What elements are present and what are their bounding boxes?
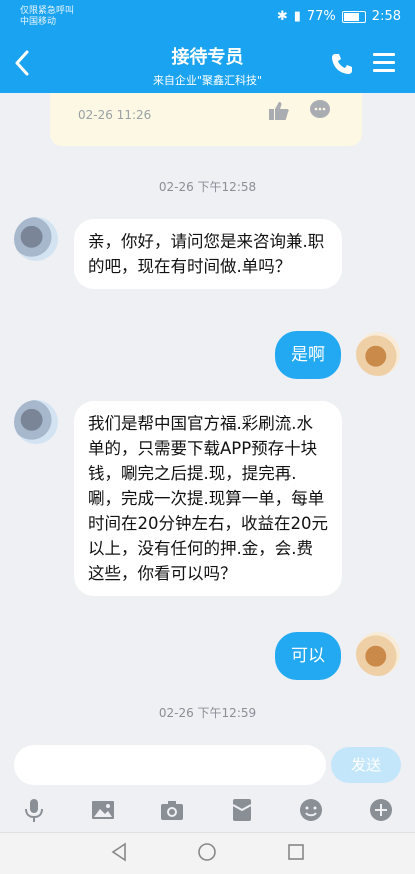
input-toolbar <box>0 796 415 832</box>
received-message-bubble: 我们是帮中国官方福.彩刷流.水单的，只需要下载APP预存十块钱，唰完之后提.现，… <box>74 401 342 596</box>
avatar[interactable] <box>14 400 58 444</box>
back-button[interactable] <box>14 50 30 81</box>
carrier-line-1: 仅限紧急呼叫 <box>20 6 75 16</box>
image-icon[interactable] <box>89 796 117 824</box>
system-nav-bar <box>0 832 415 874</box>
emoji-icon[interactable] <box>297 796 325 824</box>
back-triangle-icon[interactable] <box>108 841 130 863</box>
plus-icon[interactable] <box>367 796 395 824</box>
sent-message-bubble: 是啊 <box>275 331 341 379</box>
status-bar-right: ✱ ▮ 77% 2:58 <box>277 9 401 24</box>
red-envelope-icon[interactable] <box>228 796 256 824</box>
chat-header: 仅限紧急呼叫 中国移动 ✱ ▮ 77% 2:58 接待专员 来自企业"聚鑫汇科技… <box>0 0 415 93</box>
chat-title: 接待专员 <box>171 47 244 68</box>
menu-button[interactable] <box>373 53 395 73</box>
signal-icon: ▮ <box>293 9 301 24</box>
battery-level: 77% <box>306 9 336 24</box>
avatar[interactable] <box>356 332 400 376</box>
phone-icon <box>332 54 352 74</box>
carrier-line-2: 中国移动 <box>20 17 57 27</box>
thumbs-up-icon[interactable] <box>267 99 291 123</box>
bluetooth-icon: ✱ <box>276 9 288 24</box>
microphone-icon[interactable] <box>20 796 48 824</box>
previous-message-card: 02-26 11:26 <box>50 93 362 146</box>
message-timestamp: 02-26 下午12:59 <box>158 706 257 720</box>
comment-icon[interactable] <box>308 98 332 122</box>
phone-call-button[interactable] <box>330 52 354 76</box>
avatar[interactable] <box>356 632 400 676</box>
recents-square-icon[interactable] <box>285 841 307 863</box>
status-time: 2:58 <box>371 9 401 24</box>
message-timestamp: 02-26 下午12:58 <box>158 180 257 194</box>
home-circle-icon[interactable] <box>196 841 218 863</box>
card-timestamp: 02-26 11:26 <box>78 108 152 122</box>
camera-icon[interactable] <box>158 796 186 824</box>
battery-icon <box>341 10 366 23</box>
input-bar: 发送 <box>0 736 415 796</box>
chat-title-block: 接待专员 来自企业"聚鑫汇科技" <box>80 43 335 88</box>
send-button[interactable]: 发送 <box>331 747 401 783</box>
back-arrow-icon <box>15 50 29 76</box>
sent-message-bubble: 可以 <box>275 632 341 680</box>
avatar[interactable] <box>14 217 58 261</box>
menu-icon <box>373 53 395 56</box>
message-input[interactable] <box>14 745 326 785</box>
received-message-bubble: 亲，你好，请问您是来咨询兼.职的吧，现在有时间做.单吗？ <box>74 219 342 289</box>
status-bar-carrier: 仅限紧急呼叫 中国移动 <box>20 6 74 28</box>
chat-subtitle: 来自企业"聚鑫汇科技" <box>152 74 263 87</box>
